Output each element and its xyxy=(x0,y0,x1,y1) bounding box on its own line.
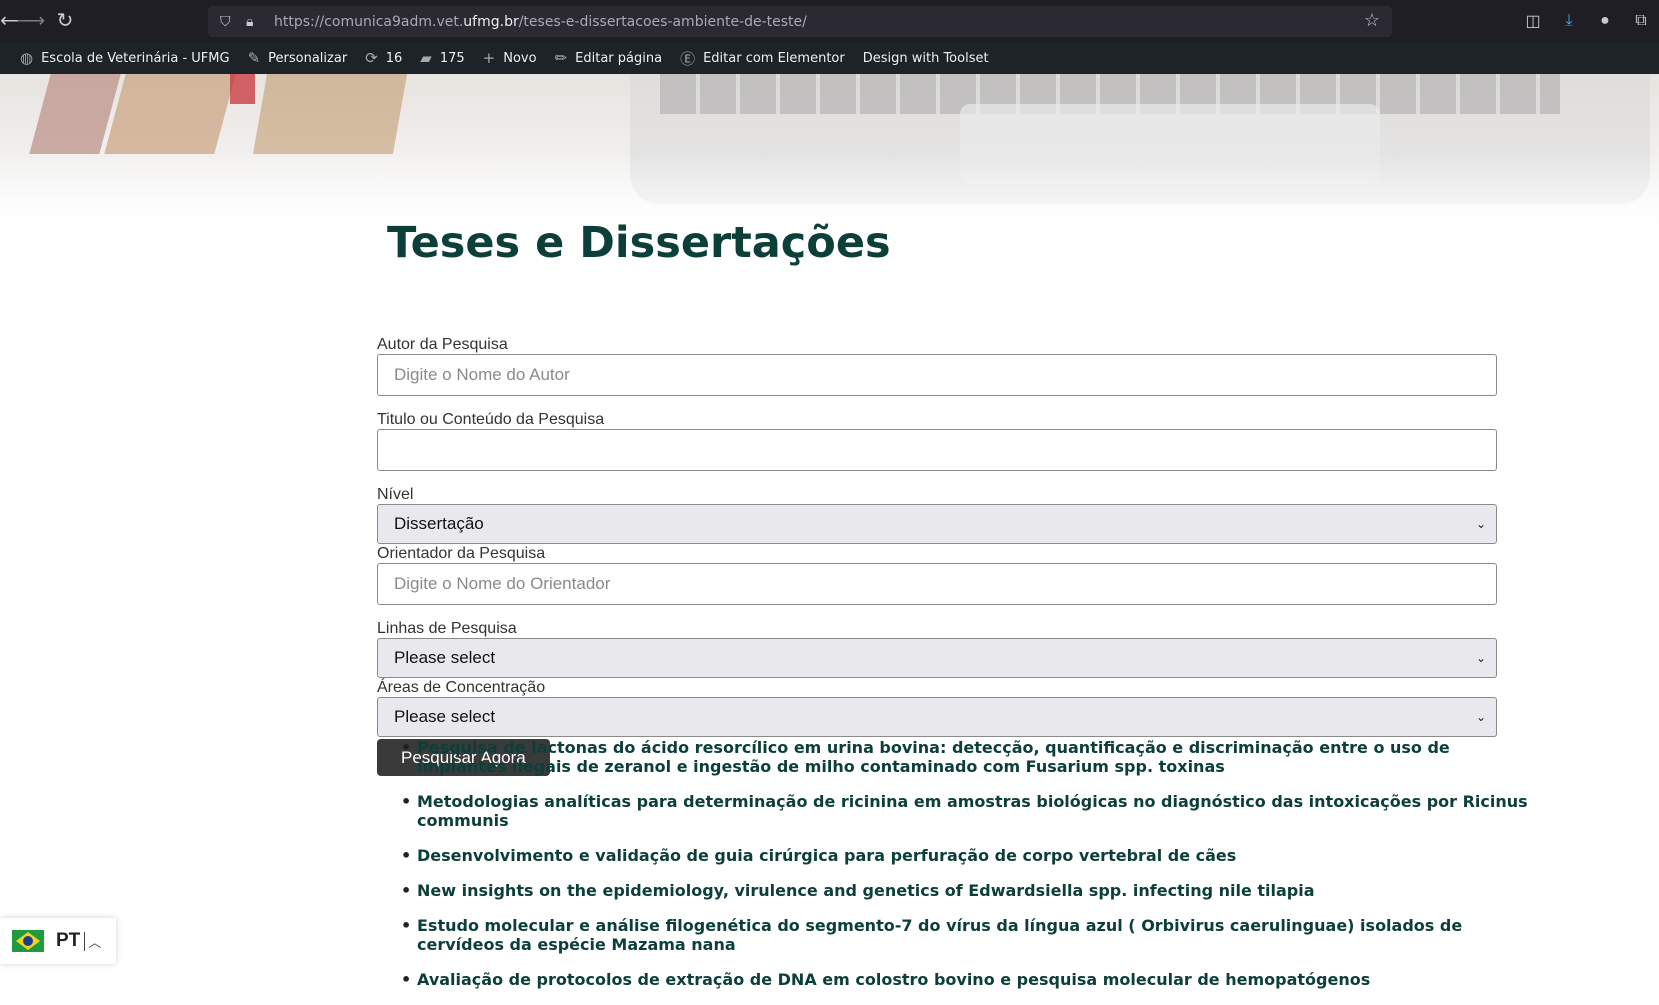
admin-site-label: Escola de Veterinária - UFMG xyxy=(41,50,230,66)
admin-elementor-label: Editar com Elementor xyxy=(703,50,845,66)
level-select[interactable]: Dissertação ⌄ xyxy=(377,504,1497,544)
chevron-down-icon: ⌄ xyxy=(1475,517,1486,531)
language-switcher[interactable]: PT ︿ xyxy=(0,918,116,964)
concentration-areas-label: Áreas de Concentração xyxy=(377,679,546,696)
admin-edit-page-link[interactable]: ✏ Editar página xyxy=(555,49,662,67)
shield-icon[interactable]: ⛉ xyxy=(220,13,238,30)
chevron-up-icon: ︿ xyxy=(84,931,101,951)
forward-icon[interactable]: ⟶ xyxy=(14,0,48,42)
updates-icon: ⟳ xyxy=(365,49,378,67)
research-lines-selected-value: Please select xyxy=(394,648,496,667)
back-icon[interactable]: ⟵ xyxy=(0,0,29,42)
url-text[interactable]: https://comunica9adm.vet.ufmg.br/teses-e… xyxy=(274,14,807,30)
author-label: Autor da Pesquisa xyxy=(377,336,508,353)
book-image xyxy=(230,74,255,104)
brazil-flag-icon xyxy=(12,930,44,952)
research-lines-select[interactable]: Please select ⌄ xyxy=(377,638,1497,678)
advisor-input[interactable] xyxy=(377,563,1497,605)
bookmark-star-icon[interactable]: ☆ xyxy=(1364,10,1380,31)
research-lines-label: Linhas de Pesquisa xyxy=(377,620,517,637)
book-image xyxy=(252,74,408,154)
reload-icon[interactable]: ↻ xyxy=(48,0,82,42)
results-list: Pesquisa de lactonas do ácido resorcílic… xyxy=(387,738,1537,1005)
level-selected-value: Dissertação xyxy=(394,514,484,533)
admin-toolset-label: Design with Toolset xyxy=(862,50,989,66)
title-content-label: Titulo ou Conteúdo da Pesquisa xyxy=(377,411,605,428)
comments-count: 175 xyxy=(439,50,465,66)
lock-icon[interactable]: 🔒︎ xyxy=(246,13,264,30)
admin-edit-page-label: Editar página xyxy=(575,50,663,66)
search-form: Autor da Pesquisa Titulo ou Conteúdo da … xyxy=(377,335,1497,776)
result-link[interactable]: Pesquisa de lactonas do ácido resorcílic… xyxy=(401,738,1537,776)
pencil-icon: ✏ xyxy=(554,49,568,67)
admin-new-link[interactable]: + Novo xyxy=(483,49,537,67)
chevron-down-icon: ⌄ xyxy=(1475,651,1486,665)
admin-customize-label: Personalizar xyxy=(268,50,348,66)
admin-toolset-link[interactable]: Design with Toolset xyxy=(863,51,989,66)
concentration-areas-selected-value: Please select xyxy=(394,707,496,726)
elementor-icon: Ⓔ xyxy=(680,49,696,68)
result-link[interactable]: Avaliação de protocolos de extração de D… xyxy=(401,970,1537,989)
result-link[interactable]: Desenvolvimento e validação de guia cirú… xyxy=(401,846,1537,865)
updates-count: 16 xyxy=(385,50,403,66)
result-link[interactable]: Estudo molecular e análise filogenética … xyxy=(401,916,1537,954)
comment-icon: ▰ xyxy=(420,49,432,67)
page-title: Teses e Dissertações xyxy=(387,218,891,268)
result-link[interactable]: Metodologias analíticas para determinaçã… xyxy=(401,792,1537,830)
extensions-icon[interactable]: ⧉ xyxy=(1623,12,1659,30)
level-label: Nível xyxy=(377,486,414,503)
admin-elementor-link[interactable]: Ⓔ Editar com Elementor xyxy=(680,48,845,69)
brush-icon: ✎ xyxy=(247,49,261,67)
pocket-icon[interactable]: ◫ xyxy=(1515,11,1551,31)
book-image xyxy=(104,74,236,154)
chevron-down-icon: ⌄ xyxy=(1475,710,1486,724)
browser-toolbar: ⟵ ⟶ ↻ ⛉ 🔒︎ https://comunica9adm.vet.ufmg… xyxy=(0,0,1659,42)
download-icon[interactable]: ⤓ xyxy=(1551,12,1587,30)
advisor-label: Orientador da Pesquisa xyxy=(377,545,546,562)
admin-updates-link[interactable]: ⟳ 16 xyxy=(365,49,402,67)
result-link[interactable]: New insights on the epidemiology, virule… xyxy=(401,881,1537,900)
author-input[interactable] xyxy=(377,354,1497,396)
language-code: PT xyxy=(56,930,81,951)
admin-site-link[interactable]: ◍ Escola de Veterinária - UFMG xyxy=(20,49,230,67)
dashboard-icon: ◍ xyxy=(20,49,34,67)
account-icon[interactable]: ● xyxy=(1587,12,1623,30)
admin-comments-link[interactable]: ▰ 175 xyxy=(420,49,464,67)
wp-admin-bar: ◍ Escola de Veterinária - UFMG ✎ Persona… xyxy=(0,42,1659,74)
admin-new-label: Novo xyxy=(503,50,537,66)
concentration-areas-select[interactable]: Please select ⌄ xyxy=(377,697,1497,737)
title-content-input[interactable] xyxy=(377,429,1497,471)
address-bar[interactable]: ⛉ 🔒︎ https://comunica9adm.vet.ufmg.br/te… xyxy=(208,6,1392,37)
plus-icon: + xyxy=(482,49,496,67)
admin-customize-link[interactable]: ✎ Personalizar xyxy=(248,49,348,67)
